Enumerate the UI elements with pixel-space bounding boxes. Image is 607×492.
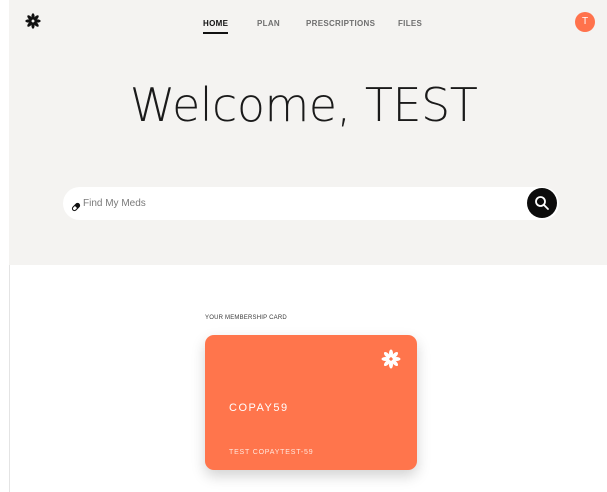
nav-prescriptions[interactable]: PRESCRIPTIONS (306, 19, 375, 28)
nav-files-label: FILES (398, 19, 423, 28)
search-bar (63, 187, 559, 220)
membership-card[interactable]: COPAY59 TEST COPAYTEST-59 (205, 335, 417, 470)
main-nav: HOME PLAN PRESCRIPTIONS FILES (0, 19, 607, 39)
search-input[interactable] (83, 195, 503, 212)
card-copay-code: COPAY59 (229, 402, 289, 414)
nav-plan-label: PLAN (257, 19, 280, 28)
hero-section (9, 0, 607, 265)
card-member-name: TEST COPAYTEST-59 (229, 449, 314, 456)
nav-home-label: HOME (203, 19, 229, 28)
nav-files[interactable]: FILES (398, 19, 422, 28)
nav-plan[interactable]: PLAN (257, 19, 280, 28)
nav-prescriptions-label: PRESCRIPTIONS (306, 19, 376, 28)
membership-card-label: YOUR MEMBERSHIP CARD (205, 315, 287, 321)
active-tab-indicator (203, 32, 229, 34)
welcome-heading: Welcome, TEST (129, 78, 478, 132)
nav-home[interactable]: HOME (203, 19, 229, 34)
pill-icon (71, 199, 81, 212)
card-logo-icon (381, 349, 401, 369)
divider (9, 265, 10, 492)
user-avatar[interactable]: T (575, 12, 595, 32)
search-icon (535, 196, 549, 210)
search-button[interactable] (527, 188, 557, 218)
